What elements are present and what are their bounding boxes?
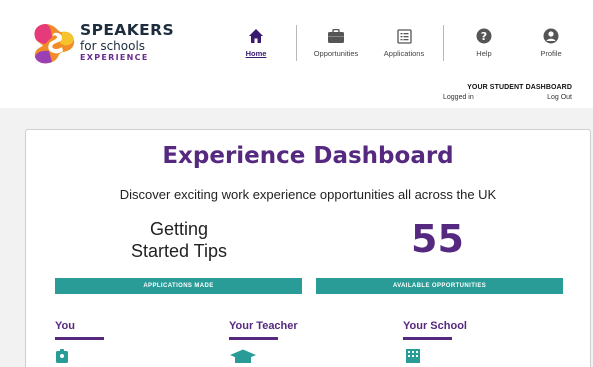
- logo-speakers: SPEAKERS: [80, 21, 175, 39]
- question-icon: ?: [476, 28, 492, 44]
- logo-text: SPEAKERS for schools EXPERIENCE: [80, 21, 175, 62]
- nav-home[interactable]: Home: [240, 25, 272, 58]
- nav-help-label: Help: [476, 49, 492, 58]
- tips-line-1: Getting: [149, 219, 209, 239]
- logo-for-schools: for schools: [80, 38, 146, 53]
- page-title: Experience Dashboard: [162, 143, 454, 169]
- section-teacher-underline: [229, 337, 278, 340]
- opportunities-count: 55: [411, 217, 464, 261]
- logo-mark-icon: [34, 24, 75, 64]
- nav-opportunities-label: Opportunities: [313, 49, 359, 58]
- section-school-label: Your School: [403, 320, 467, 332]
- id-badge-icon: [56, 349, 68, 363]
- logout-link[interactable]: Log Out: [547, 94, 572, 101]
- tips-line-2: Started Tips: [130, 241, 228, 261]
- header: SPEAKERS for schools EXPERIENCE Home Opp…: [0, 12, 593, 108]
- section-you[interactable]: You: [55, 320, 104, 367]
- dashboard-card: Experience Dashboard Discover exciting w…: [25, 129, 591, 367]
- graduation-cap-icon: [230, 349, 256, 363]
- page-subtitle: Discover exciting work experience opport…: [119, 187, 497, 202]
- section-teacher[interactable]: Your Teacher: [229, 320, 298, 367]
- section-you-underline: [55, 337, 104, 340]
- nav-applications-label: Applications: [383, 49, 425, 58]
- section-school-underline: [403, 337, 452, 340]
- available-opportunities-bar[interactable]: AVAILABLE OPPORTUNITIES: [316, 278, 563, 294]
- dashboard-heading: YOUR STUDENT DASHBOARD: [467, 84, 572, 91]
- building-icon: [406, 349, 420, 363]
- getting-started-tips[interactable]: Getting Started Tips: [114, 218, 244, 262]
- svg-text:?: ?: [481, 30, 487, 43]
- nav-applications[interactable]: Applications: [377, 25, 431, 58]
- logo[interactable]: SPEAKERS for schools EXPERIENCE: [32, 21, 175, 69]
- section-school[interactable]: Your School: [403, 320, 467, 367]
- section-teacher-label: Your Teacher: [229, 320, 298, 332]
- home-icon: [249, 29, 263, 43]
- nav-profile-label: Profile: [540, 49, 562, 58]
- list-icon: [396, 28, 412, 44]
- nav-divider: [296, 25, 297, 61]
- briefcase-icon: [328, 28, 344, 43]
- nav-home-label: Home: [245, 49, 267, 58]
- top-strip: [0, 0, 593, 12]
- user-icon: [543, 28, 559, 44]
- section-you-label: You: [55, 320, 75, 332]
- logged-in-status: Logged in: [443, 94, 474, 101]
- logo-experience: EXPERIENCE: [80, 52, 149, 62]
- applications-made-bar[interactable]: APPLICATIONS MADE: [55, 278, 302, 294]
- nav-divider: [443, 25, 444, 61]
- nav-opportunities[interactable]: Opportunities: [306, 25, 366, 58]
- nav-help[interactable]: ? Help: [470, 25, 498, 58]
- nav-profile[interactable]: Profile: [535, 25, 567, 58]
